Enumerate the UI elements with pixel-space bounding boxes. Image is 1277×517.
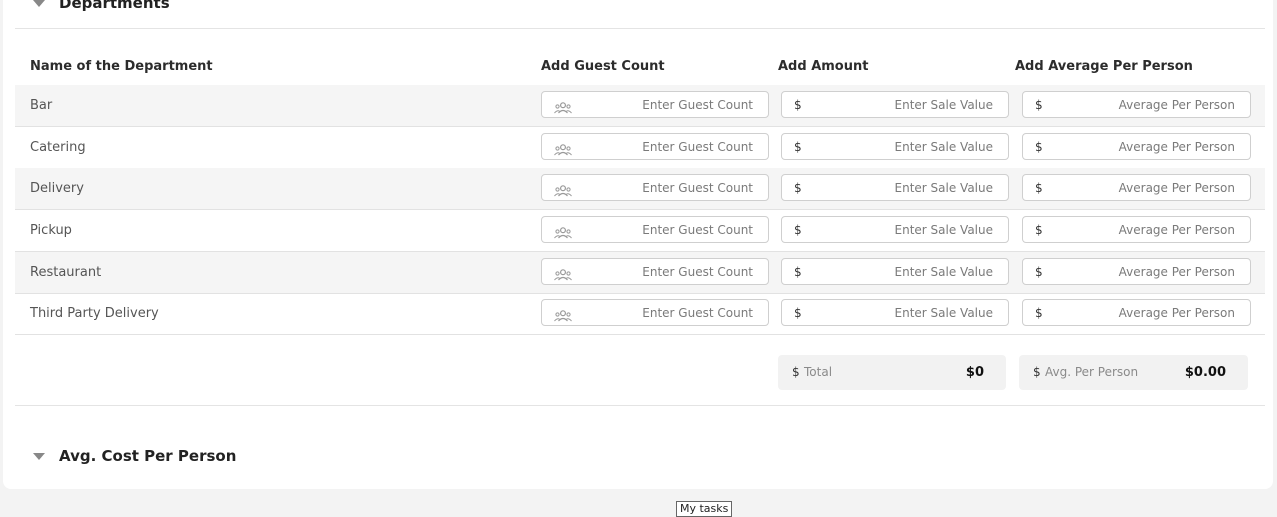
currency-symbol: $	[794, 265, 802, 279]
guest-count-placeholder: Enter Guest Count	[642, 140, 753, 154]
avg-per-person-placeholder: Average Per Person	[1118, 181, 1235, 195]
sale-value-input[interactable]: $ Enter Sale Value	[781, 91, 1009, 118]
currency-symbol: $	[794, 181, 802, 195]
avg-total-box: $ Avg. Per Person $0.00	[1019, 355, 1248, 390]
currency-symbol: $	[1035, 98, 1043, 112]
col-head-amount: Add Amount	[778, 59, 869, 74]
department-name: Restaurant	[30, 265, 102, 280]
avg-total-label: Avg. Per Person	[1045, 365, 1139, 379]
avg-per-person-placeholder: Average Per Person	[1118, 265, 1235, 279]
currency-symbol: $	[1035, 181, 1043, 195]
table-row: Restaurant Enter Guest Count $ Enter Sale V…	[15, 252, 1265, 294]
sale-value-placeholder: Enter Sale Value	[894, 181, 993, 195]
currency-symbol: $	[1035, 306, 1043, 320]
currency-symbol: $	[1033, 365, 1041, 379]
total-label: Total	[804, 365, 833, 379]
avg-per-person-placeholder: Average Per Person	[1118, 223, 1235, 237]
guest-count-input[interactable]: Enter Guest Count	[541, 216, 769, 243]
guest-count-placeholder: Enter Guest Count	[642, 181, 753, 195]
guest-count-placeholder: Enter Guest Count	[642, 223, 753, 237]
currency-symbol: $	[792, 365, 800, 379]
people-icon	[554, 307, 572, 322]
guest-count-input[interactable]: Enter Guest Count	[541, 299, 769, 326]
department-name: Third Party Delivery	[30, 306, 159, 321]
caret-down-icon[interactable]	[33, 452, 45, 460]
avg-cost-section-header[interactable]: Avg. Cost Per Person	[33, 447, 236, 465]
guest-count-input[interactable]: Enter Guest Count	[541, 133, 769, 160]
tooltip: My tasks	[676, 501, 733, 517]
people-icon	[554, 266, 572, 281]
sale-value-input[interactable]: $ Enter Sale Value	[781, 216, 1009, 243]
guest-count-input[interactable]: Enter Guest Count	[541, 174, 769, 201]
currency-symbol: $	[1035, 140, 1043, 154]
sale-value-input[interactable]: $ Enter Sale Value	[781, 258, 1009, 285]
avg-total-value: $0.00	[1184, 365, 1226, 380]
guest-count-placeholder: Enter Guest Count	[642, 306, 753, 320]
col-head-name: Name of the Department	[30, 59, 213, 74]
col-head-guest: Add Guest Count	[541, 59, 665, 74]
avg-per-person-input[interactable]: $ Average Per Person	[1022, 174, 1251, 201]
department-name: Pickup	[30, 223, 72, 238]
currency-symbol: $	[794, 223, 802, 237]
col-head-avg: Add Average Per Person	[1015, 59, 1193, 74]
guest-count-input[interactable]: Enter Guest Count	[541, 258, 769, 285]
avg-per-person-placeholder: Average Per Person	[1118, 140, 1235, 154]
divider	[15, 405, 1265, 406]
avg-per-person-input[interactable]: $ Average Per Person	[1022, 299, 1251, 326]
sale-value-placeholder: Enter Sale Value	[894, 306, 993, 320]
avg-per-person-input[interactable]: $ Average Per Person	[1022, 133, 1251, 160]
divider	[15, 28, 1265, 29]
avg-per-person-input[interactable]: $ Average Per Person	[1022, 216, 1251, 243]
sale-value-placeholder: Enter Sale Value	[894, 98, 993, 112]
caret-down-icon[interactable]	[33, 0, 45, 7]
currency-symbol: $	[794, 98, 802, 112]
sale-value-input[interactable]: $ Enter Sale Value	[781, 299, 1009, 326]
currency-symbol: $	[1035, 223, 1043, 237]
people-icon	[554, 224, 572, 239]
table-row: Third Party Delivery Enter Guest Count $ En…	[15, 293, 1265, 335]
sale-value-input[interactable]: $ Enter Sale Value	[781, 174, 1009, 201]
sale-value-input[interactable]: $ Enter Sale Value	[781, 133, 1009, 160]
department-name: Catering	[30, 140, 86, 155]
sale-value-placeholder: Enter Sale Value	[894, 265, 993, 279]
departments-card: Departments Name of the Department Add G…	[3, 0, 1273, 489]
table-row: Catering Enter Guest Count $ Enter Sale Val…	[15, 127, 1265, 169]
guest-count-placeholder: Enter Guest Count	[642, 265, 753, 279]
sale-value-placeholder: Enter Sale Value	[894, 140, 993, 154]
sale-value-placeholder: Enter Sale Value	[894, 223, 993, 237]
guest-count-placeholder: Enter Guest Count	[642, 98, 753, 112]
avg-per-person-input[interactable]: $ Average Per Person	[1022, 258, 1251, 285]
guest-count-input[interactable]: Enter Guest Count	[541, 91, 769, 118]
currency-symbol: $	[794, 306, 802, 320]
currency-symbol: $	[794, 140, 802, 154]
department-name: Delivery	[30, 181, 84, 196]
total-box: $ Total $0	[778, 355, 1006, 390]
table-row: Delivery Enter Guest Count $ Enter Sale Val…	[15, 168, 1265, 210]
avg-per-person-input[interactable]: $ Average Per Person	[1022, 91, 1251, 118]
avg-per-person-placeholder: Average Per Person	[1118, 306, 1235, 320]
departments-title: Departments	[59, 0, 170, 12]
total-value: $0	[965, 365, 984, 380]
currency-symbol: $	[1035, 265, 1043, 279]
table-row: Pickup Enter Guest Count $ Enter Sale Value…	[15, 210, 1265, 252]
table-row: Bar Enter Guest Count $ Enter Sale Value $ Av…	[15, 85, 1265, 127]
avg-cost-title: Avg. Cost Per Person	[59, 447, 237, 465]
people-icon	[554, 99, 572, 114]
departments-section-header[interactable]: Departments	[33, 0, 170, 12]
department-name: Bar	[30, 98, 53, 113]
people-icon	[554, 141, 572, 156]
people-icon	[554, 182, 572, 197]
avg-per-person-placeholder: Average Per Person	[1118, 98, 1235, 112]
